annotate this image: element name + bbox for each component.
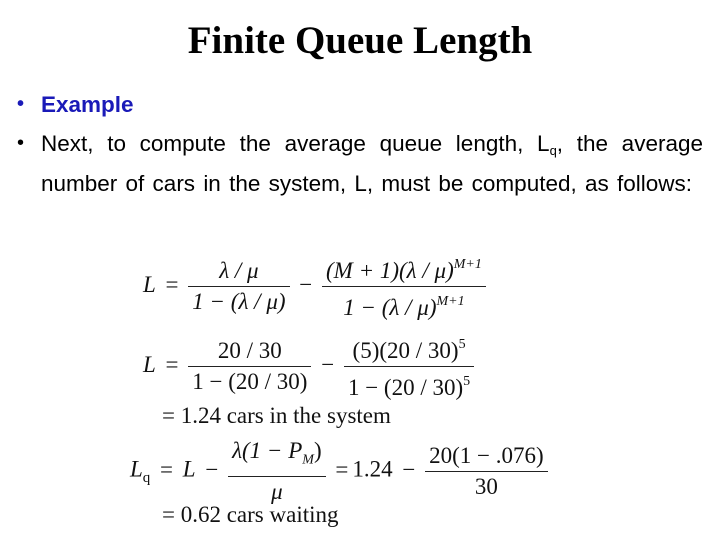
eq1-minus: − xyxy=(299,271,313,297)
eq2-frac2-num-base: (5)(20 / 30) xyxy=(352,338,459,363)
description-subscript: q xyxy=(549,143,557,158)
eq1-frac2-denominator: 1 − (λ / μ)M+1 xyxy=(322,287,486,321)
eq2-frac2-den-exponent: 5 xyxy=(463,374,471,389)
eq3-frac1-num-close: ) xyxy=(313,438,322,463)
eq3-lhs-subscript: q xyxy=(142,470,151,487)
eq3-l: L xyxy=(182,456,196,482)
eq3-value: 1.24 xyxy=(352,456,393,482)
eq3-equals: = xyxy=(160,456,174,482)
equation-lq: Lq = L − λ(1 − PM) μ = 1.24 − 20(1 − .076… xyxy=(130,438,548,505)
eq2-frac2-den-base: 1 − (20 / 30) xyxy=(347,375,464,400)
eq1-frac2-numerator: (M + 1)(λ / μ)M+1 xyxy=(322,252,486,287)
equation-l-result: = 1.24 cars in the system xyxy=(162,403,391,428)
eq1-frac2-num-base: (M + 1)(λ / μ) xyxy=(326,258,454,283)
eq3-frac2-numerator: 20(1 − .076) xyxy=(425,443,548,472)
eq3-frac1-denominator: μ xyxy=(271,478,283,504)
eq3-lhs: L xyxy=(130,456,143,482)
eq1-frac2-den-exponent: M+1 xyxy=(436,294,465,309)
eq1-fraction-2: (M + 1)(λ / μ)M+1 1 − (λ / μ)M+1 xyxy=(322,252,486,321)
description-text-before: Next, to compute the average queue lengt… xyxy=(41,131,550,156)
eq3-fraction-1: λ(1 − PM) μ xyxy=(228,438,326,505)
eq2-frac1-numerator: 20 / 30 xyxy=(188,338,312,367)
eq3-minus-2: − xyxy=(402,456,416,482)
eq2-lhs: L xyxy=(143,351,156,377)
eq3-equals-2: = xyxy=(335,456,349,482)
eq2-minus: − xyxy=(321,351,335,377)
bullet-description: • Next, to compute the average queue len… xyxy=(17,127,703,200)
eq2-fraction-2: (5)(20 / 30)5 1 − (20 / 30)5 xyxy=(343,332,475,401)
eq3-frac1-numerator: λ(1 − PM) xyxy=(228,438,326,477)
eq2-equals: = xyxy=(165,351,179,377)
eq1-frac2-num-exponent: M+1 xyxy=(453,257,482,272)
eq2-frac2-numerator: (5)(20 / 30)5 xyxy=(343,332,475,367)
eq3-frac1-num-subscript: M xyxy=(302,452,314,468)
eq1-frac2-den-base: 1 − (λ / μ) xyxy=(343,295,437,320)
eq2-frac2-num-exponent: 5 xyxy=(458,337,466,352)
equation-substituted: L = 20 / 30 1 − (20 / 30) − (5)(20 / 30)… xyxy=(143,332,475,401)
eq3-fraction-2: 20(1 − .076) 30 xyxy=(425,443,548,500)
eq1-fraction-1: λ / μ 1 − (λ / μ) xyxy=(188,258,290,315)
equation-general: L = λ / μ 1 − (λ / μ) − (M + 1)(λ / μ)M+… xyxy=(143,252,486,321)
bullet-example: • Example xyxy=(17,88,703,121)
bullet-icon: • xyxy=(17,93,25,115)
bullet-list: • Example • Next, to compute the average… xyxy=(17,88,703,200)
equation-lq-result: = 0.62 cars waiting xyxy=(162,502,339,527)
eq3-frac2-denominator: 30 xyxy=(474,473,498,499)
eq3-minus: − xyxy=(205,456,219,482)
eq2-frac1-denominator: 1 − (20 / 30) xyxy=(192,369,308,394)
eq2-fraction-1: 20 / 30 1 − (20 / 30) xyxy=(188,338,312,395)
slide: Finite Queue Length • Example • Next, to… xyxy=(0,0,720,540)
bullet-example-label: Example xyxy=(41,92,134,117)
eq1-frac1-denominator: 1 − (λ / μ) xyxy=(192,289,286,314)
eq2-frac2-denominator: 1 − (20 / 30)5 xyxy=(344,367,474,401)
eq1-lhs: L xyxy=(143,271,156,297)
eq1-frac1-numerator: λ / μ xyxy=(188,258,290,287)
slide-title: Finite Queue Length xyxy=(187,19,533,62)
eq1-equals: = xyxy=(165,271,179,297)
bullet-icon: • xyxy=(17,132,25,154)
eq3-frac1-num-text: λ(1 − P xyxy=(232,438,303,463)
